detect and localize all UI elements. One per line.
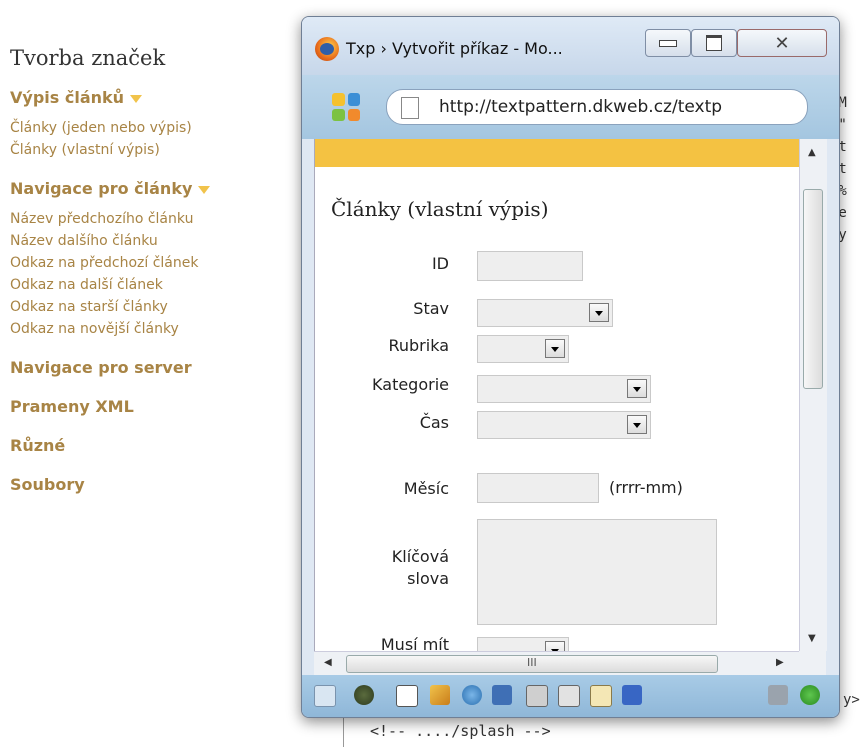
id-input[interactable] [477,251,583,281]
article-list-links: Články (jeden nebo výpis) Články (vlastn… [10,117,310,161]
url-bar[interactable]: http://textpattern.dkweb.cz/textp ☆ [386,89,808,125]
category-select[interactable] [477,375,651,403]
dropdown-arrow-icon [589,303,609,322]
form-heading: Články (vlastní výpis) [331,197,549,221]
chart-icon[interactable] [622,685,642,705]
section-article-list[interactable]: Výpis článků [10,88,310,107]
scroll-up-icon[interactable]: ▲ [808,147,816,158]
close-button[interactable]: ✕ [737,29,827,57]
scroll-left-icon[interactable]: ◀ [324,657,332,668]
section-files-label: Soubory [10,475,85,494]
month-input[interactable] [477,473,599,503]
keywords-textarea[interactable] [477,519,717,625]
popup-titlebar[interactable]: Txp › Vytvořit příkaz - Mo... ✕ [302,17,839,75]
label-status: Stav [413,299,449,318]
label-keywords-line2: slova [407,569,449,588]
bottom-toolbar [302,675,839,717]
globe-icon[interactable] [462,685,482,705]
article-navigation-links: Název předchozího článku Název dalšího č… [10,208,310,340]
address-row: http://textpattern.dkweb.cz/textp ☆ [302,75,839,139]
section-article-navigation[interactable]: Navigace pro články [10,179,310,198]
tag-builder-sidebar: Tvorba značek Výpis článků Články (jeden… [10,46,310,514]
section-article-list-label: Výpis článků [10,88,125,107]
section-article-navigation-label: Navigace pro články [10,179,193,198]
time-select[interactable] [477,411,651,439]
label-id: ID [431,254,449,273]
link-older-articles[interactable]: Odkaz na starší články [10,296,310,318]
link-next-title[interactable]: Název dalšího článku [10,230,310,252]
section-xml-feeds-label: Prameny XML [10,397,134,416]
link-prev-article[interactable]: Odkaz na předchozí článek [10,252,310,274]
scroll-right-icon[interactable]: ▶ [776,657,784,668]
label-must-have: Musí mít [380,635,449,651]
site-identity-icon[interactable] [332,93,360,121]
section-files[interactable]: Soubory [10,475,310,494]
popup-title: Txp › Vytvořit příkaz - Mo... [346,39,563,58]
section-misc-label: Různé [10,436,66,455]
header-bar [315,139,800,167]
mail-icon[interactable] [590,685,612,707]
firebug-icon[interactable] [354,685,374,705]
label-time: Čas [419,413,449,432]
minimize-button[interactable] [645,29,691,57]
link-next-article[interactable]: Odkaz na další článek [10,274,310,296]
vertical-scroll-thumb[interactable] [803,189,823,389]
scrollbar-corner [799,651,826,675]
label-section: Rubrika [388,336,449,355]
info-icon[interactable] [800,685,820,705]
back-icon[interactable] [314,685,336,707]
dropdown-arrow-icon [545,339,565,358]
section-site-navigation[interactable]: Navigace pro server [10,358,310,377]
label-category: Kategorie [372,375,449,394]
vertical-scrollbar[interactable]: ▲ ▼ [799,139,827,651]
section-select[interactable] [477,335,569,363]
label-keywords-line1: Klíčová [391,547,449,566]
section-xml-feeds[interactable]: Prameny XML [10,397,310,416]
clipboard-icon[interactable] [558,685,580,707]
sidebar-title: Tvorba značek [10,46,166,70]
page-content: Články (vlastní výpis) ID Stav Rubrika K… [314,139,800,651]
scroll-down-icon[interactable]: ▼ [808,633,816,644]
print-icon[interactable] [526,685,548,707]
background-fragment: y> [843,692,860,708]
dropdown-arrow-icon [627,379,647,398]
new-page-icon[interactable] [396,685,418,707]
scroll-grip: III [527,656,537,669]
label-month: Měsíc [403,479,449,498]
horizontal-scrollbar[interactable]: ◀ III ▶ [314,651,799,676]
status-select[interactable] [477,299,613,327]
maximize-button[interactable] [691,29,737,57]
url-text[interactable]: http://textpattern.dkweb.cz/textp [439,97,794,117]
background-comment: <!-- ..../splash --> [370,722,551,740]
dropdown-arrow-icon [627,415,647,434]
close-icon: ✕ [774,32,790,54]
expand-triangle-icon [198,185,211,194]
tools-icon[interactable] [768,685,788,705]
link-newer-articles[interactable]: Odkaz na novější články [10,318,310,340]
horizontal-scroll-thumb[interactable]: III [346,655,718,673]
section-misc[interactable]: Různé [10,436,310,455]
link-prev-title[interactable]: Název předchozího článku [10,208,310,230]
minimize-icon [659,39,677,47]
link-articles-single-or-list[interactable]: Články (jeden nebo výpis) [10,117,310,139]
save-icon[interactable] [492,685,512,705]
must-have-select[interactable] [477,637,569,651]
maximize-icon [706,35,722,51]
dropdown-arrow-icon [545,641,565,651]
firefox-icon [315,37,339,61]
link-articles-custom-list[interactable]: Články (vlastní výpis) [10,139,310,161]
expand-triangle-icon [130,94,143,103]
month-format-hint: (rrrr-mm) [609,478,683,497]
section-site-navigation-label: Navigace pro server [10,358,192,377]
edit-icon[interactable] [430,685,450,705]
page-icon [401,97,419,119]
popup-window: Txp › Vytvořit příkaz - Mo... ✕ http://t… [301,16,840,718]
